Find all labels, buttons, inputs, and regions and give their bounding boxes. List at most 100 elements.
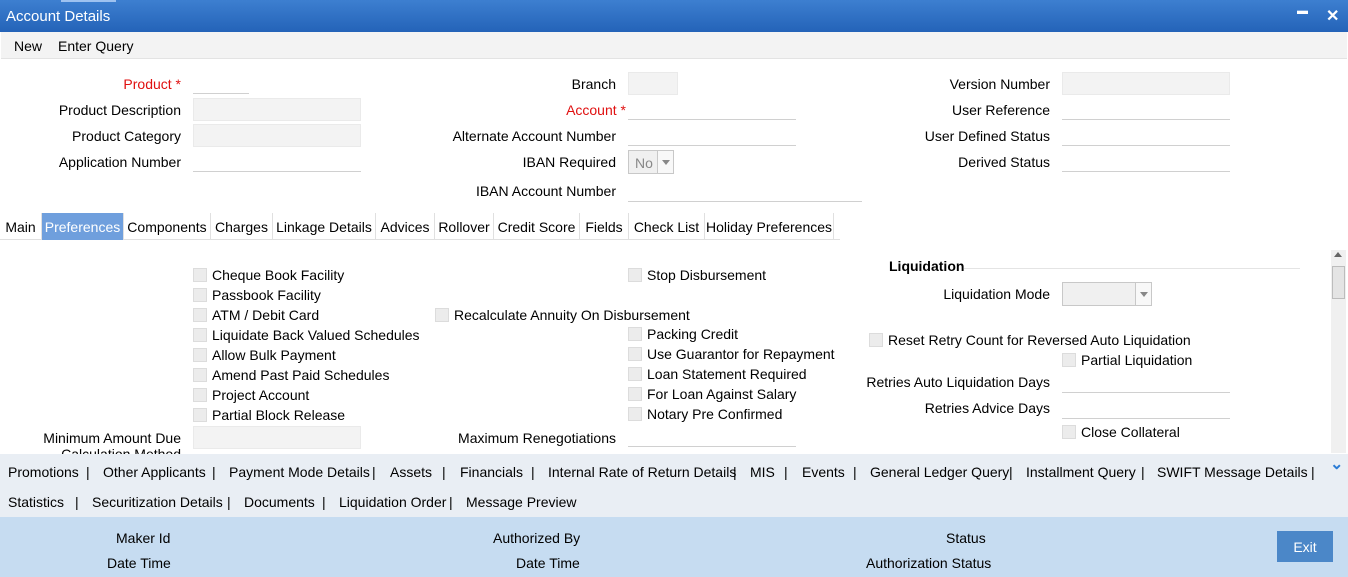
title-bar: Account Details ▬ ✕ [0, 0, 1348, 32]
link-liquidation-order[interactable]: Liquidation Order [339, 494, 446, 510]
separator: | [853, 464, 857, 480]
iban-required-select[interactable]: No [628, 150, 674, 174]
iban-account-input[interactable] [628, 179, 862, 202]
retries-auto-label: Retries Auto Liquidation Days [866, 374, 1050, 390]
notary-pre-confirmed-label: Notary Pre Confirmed [647, 406, 783, 422]
liquidation-mode-select[interactable] [1062, 282, 1152, 306]
window-title: Account Details [6, 8, 111, 25]
passbook-checkbox[interactable] [193, 288, 207, 302]
link-events[interactable]: Events [802, 464, 845, 480]
atm-debit-card-checkbox[interactable] [193, 308, 207, 322]
tab-charges[interactable]: Charges [211, 213, 273, 240]
reset-retry-checkbox[interactable] [869, 333, 883, 347]
reset-retry-label: Reset Retry Count for Reversed Auto Liqu… [888, 332, 1191, 348]
link-other-applicants[interactable]: Other Applicants [103, 464, 206, 480]
account-label: Account * [566, 102, 626, 118]
tab-credit-score[interactable]: Credit Score [494, 213, 580, 240]
cheque-book-label: Cheque Book Facility [212, 267, 345, 283]
liquidation-heading: Liquidation [889, 258, 965, 274]
use-guarantor-label: Use Guarantor for Repayment [647, 346, 835, 362]
vertical-scrollbar[interactable] [1331, 250, 1346, 453]
minimize-icon[interactable]: ▬ [1297, 5, 1308, 17]
link-documents[interactable]: Documents [244, 494, 315, 510]
tab-main[interactable]: Main [0, 213, 42, 240]
loan-statement-checkbox[interactable] [628, 367, 642, 381]
min-amount-due-label: Minimum Amount Due [43, 430, 181, 446]
tab-preferences[interactable]: Preferences [42, 213, 124, 240]
separator: | [442, 464, 446, 480]
alternate-account-input[interactable] [628, 123, 796, 146]
bottom-links-bar: Promotions | Other Applicants | Payment … [0, 454, 1348, 517]
iban-account-label: IBAN Account Number [475, 183, 616, 199]
link-assets[interactable]: Assets [390, 464, 432, 480]
partial-liquidation-checkbox[interactable] [1062, 353, 1076, 367]
user-defined-status-label: User Defined Status [924, 128, 1050, 144]
tab-check-list[interactable]: Check List [629, 213, 705, 240]
recalc-annuity-label: Recalculate Annuity On Disbursement [454, 307, 690, 323]
separator: | [75, 494, 79, 510]
project-account-checkbox[interactable] [193, 388, 207, 402]
max-renegotiations-input[interactable] [628, 424, 796, 447]
scroll-thumb[interactable] [1332, 266, 1345, 299]
link-securitization-details[interactable]: Securitization Details [92, 494, 223, 510]
menu-bar: New Enter Query [1, 32, 1347, 59]
maker-id-label: Maker Id [116, 530, 171, 546]
packing-credit-checkbox[interactable] [628, 327, 642, 341]
loan-statement-label: Loan Statement Required [647, 366, 807, 382]
amend-past-paid-checkbox[interactable] [193, 368, 207, 382]
partial-block-release-checkbox[interactable] [193, 408, 207, 422]
user-reference-input[interactable] [1062, 97, 1230, 120]
link-message-preview[interactable]: Message Preview [466, 494, 577, 510]
user-defined-status-input[interactable] [1062, 123, 1230, 146]
product-input[interactable] [193, 71, 249, 94]
link-statistics[interactable]: Statistics [8, 494, 64, 510]
retries-advice-input[interactable] [1062, 396, 1230, 419]
allow-bulk-payment-checkbox[interactable] [193, 348, 207, 362]
scroll-up-icon[interactable] [1334, 252, 1342, 257]
authorized-by-label: Authorized By [493, 530, 581, 546]
tab-components[interactable]: Components [124, 213, 211, 240]
loan-against-salary-checkbox[interactable] [628, 387, 642, 401]
tab-holiday-preferences[interactable]: Holiday Preferences [705, 213, 834, 240]
use-guarantor-checkbox[interactable] [628, 347, 642, 361]
stop-disbursement-checkbox[interactable] [628, 268, 642, 282]
link-financials[interactable]: Financials [460, 464, 523, 480]
separator: | [212, 464, 216, 480]
account-input[interactable] [628, 97, 796, 120]
menu-new[interactable]: New [14, 38, 42, 54]
product-label: Product * [123, 76, 181, 92]
close-icon[interactable]: ✕ [1326, 6, 1339, 26]
link-promotions[interactable]: Promotions [8, 464, 79, 480]
product-description-label: Product Description [58, 102, 181, 118]
application-number-input[interactable] [193, 149, 361, 172]
separator: | [372, 464, 376, 480]
tab-fields[interactable]: Fields [580, 213, 629, 240]
menu-enter-query[interactable]: Enter Query [58, 38, 133, 54]
close-collateral-checkbox[interactable] [1062, 425, 1076, 439]
exit-button[interactable]: Exit [1277, 531, 1333, 562]
cheque-book-checkbox[interactable] [193, 268, 207, 282]
tab-advices[interactable]: Advices [376, 213, 435, 240]
expand-icon[interactable]: ⌄ [1330, 454, 1343, 474]
link-payment-mode-details[interactable]: Payment Mode Details [229, 464, 370, 480]
recalc-annuity-checkbox[interactable] [435, 308, 449, 322]
link-installment-query[interactable]: Installment Query [1026, 464, 1136, 480]
link-gl-query[interactable]: General Ledger Query [870, 464, 1009, 480]
link-irr-details[interactable]: Internal Rate of Return Details [548, 464, 736, 480]
version-number-label: Version Number [949, 76, 1050, 92]
retries-auto-input[interactable] [1062, 370, 1230, 393]
tab-rollover[interactable]: Rollover [435, 213, 494, 240]
iban-required-label: IBAN Required [522, 154, 616, 170]
link-mis[interactable]: MIS [750, 464, 775, 480]
derived-status-input[interactable] [1062, 149, 1230, 172]
separator: | [322, 494, 326, 510]
liquidate-back-valued-checkbox[interactable] [193, 328, 207, 342]
liquidation-mode-label: Liquidation Mode [943, 286, 1050, 302]
allow-bulk-payment-label: Allow Bulk Payment [212, 347, 336, 363]
product-description-field [193, 98, 361, 121]
tab-linkage-details[interactable]: Linkage Details [273, 213, 376, 240]
min-amount-due-field [193, 426, 361, 449]
link-swift-message-details[interactable]: SWIFT Message Details [1157, 464, 1308, 480]
separator: | [1311, 464, 1315, 480]
notary-pre-confirmed-checkbox[interactable] [628, 407, 642, 421]
